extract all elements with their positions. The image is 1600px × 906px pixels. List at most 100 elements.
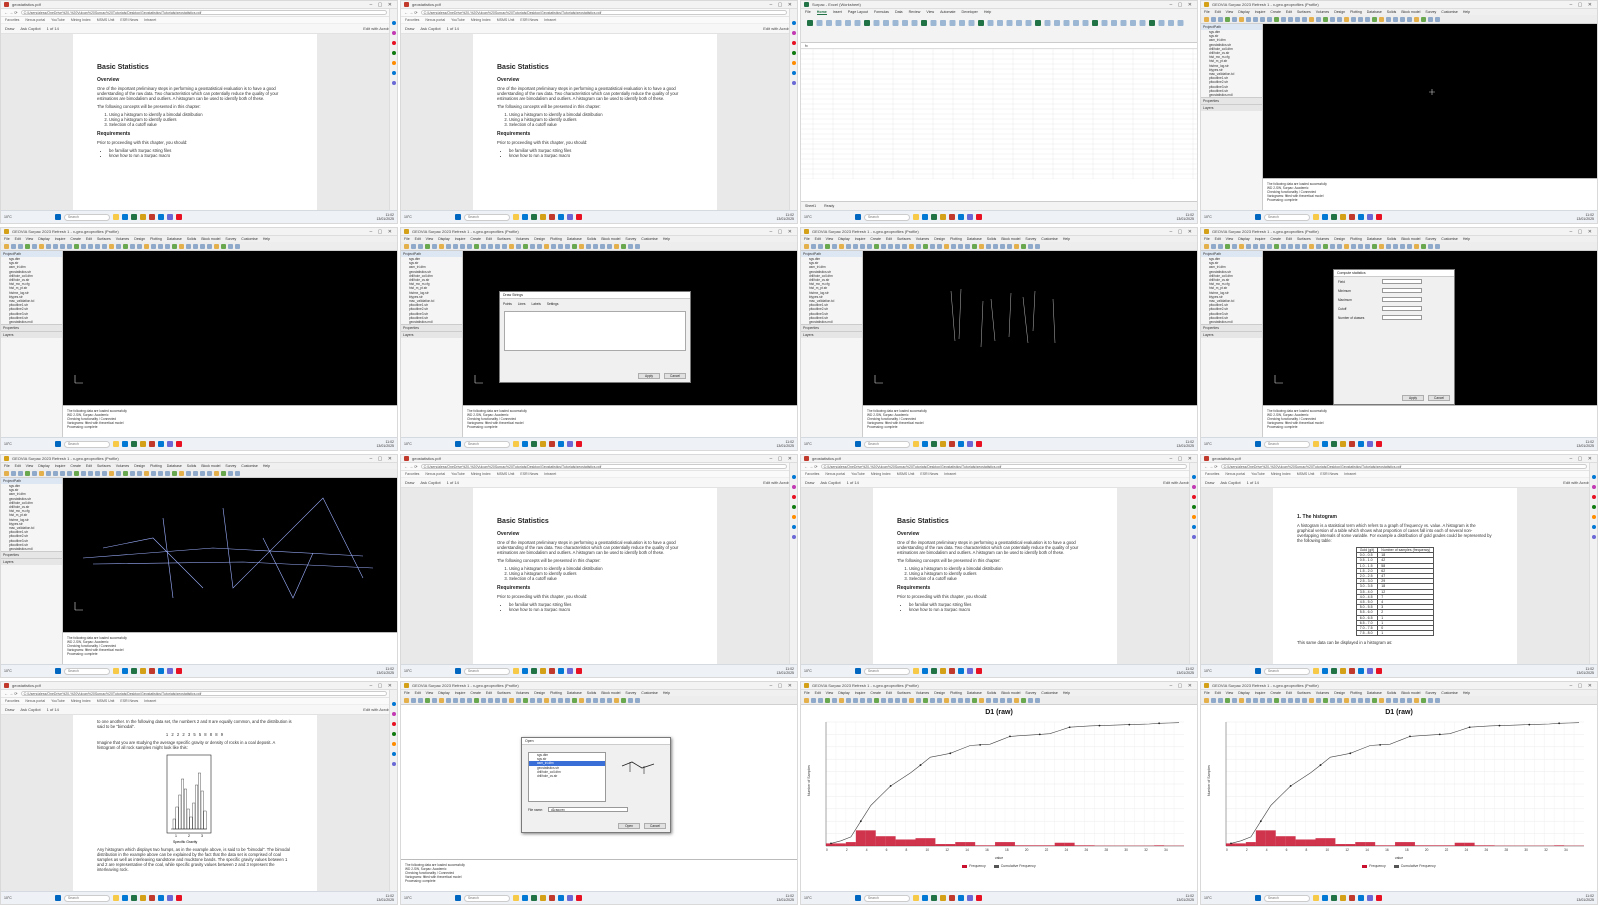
- toolbar-button-icon[interactable]: [621, 244, 626, 249]
- taskbar-app-icon[interactable]: [1375, 668, 1382, 674]
- sidebar-app-icon[interactable]: [1191, 525, 1196, 529]
- sidebar-app-icon[interactable]: [1591, 475, 1596, 479]
- toolbar-button-icon[interactable]: [1218, 244, 1223, 249]
- toolbar-button-icon[interactable]: [600, 244, 605, 249]
- layers-panel-title[interactable]: Layers: [401, 331, 462, 339]
- taskbar-app-icon[interactable]: [575, 668, 582, 674]
- start-menu-icon[interactable]: [54, 441, 61, 447]
- graphics-viewport[interactable]: [863, 251, 1197, 405]
- taskbar-app-icon[interactable]: [539, 441, 546, 447]
- spreadsheet-grid[interactable]: [801, 48, 1197, 201]
- toolbar-button-icon[interactable]: [937, 244, 942, 249]
- taskbar-app-icon[interactable]: [921, 895, 928, 901]
- field-input[interactable]: [1382, 297, 1422, 302]
- toolbar-button-icon[interactable]: [811, 698, 816, 703]
- toolbar-button-icon[interactable]: [1337, 698, 1342, 703]
- toolbar-button-icon[interactable]: [1211, 17, 1216, 22]
- taskbar-clock[interactable]: 11:02 13/01/2025: [1576, 667, 1594, 675]
- toolbar-button-icon[interactable]: [1302, 698, 1307, 703]
- toolbar-button-icon[interactable]: [488, 244, 493, 249]
- toolbar-button-icon[interactable]: [116, 471, 121, 476]
- taskbar-app-icon[interactable]: [1375, 895, 1382, 901]
- taskbar-app-icon[interactable]: [912, 895, 919, 901]
- sidebar-app-icon[interactable]: [791, 525, 796, 529]
- taskbar-app-icon[interactable]: [939, 668, 946, 674]
- toolbar-button-icon[interactable]: [200, 471, 205, 476]
- dialog-tab[interactable]: Points: [503, 302, 512, 306]
- toolbar-button-icon[interactable]: [1274, 244, 1279, 249]
- toolbar-button-icon[interactable]: [895, 244, 900, 249]
- start-menu-icon[interactable]: [54, 895, 61, 901]
- pdf-viewer[interactable]: Basic Statistics Overview One of the imp…: [401, 488, 789, 664]
- start-menu-icon[interactable]: [454, 214, 461, 220]
- favorite-link[interactable]: Favorites: [405, 472, 419, 476]
- toolbar-button-icon[interactable]: [130, 471, 135, 476]
- taskbar-app-icon[interactable]: [512, 441, 519, 447]
- sidebar-app-icon[interactable]: [391, 31, 396, 35]
- toolbar-button-icon[interactable]: [1393, 698, 1398, 703]
- page-indicator[interactable]: 1 of 14: [47, 26, 59, 31]
- toolbar-button-icon[interactable]: [579, 698, 584, 703]
- sidebar-app-icon[interactable]: [791, 41, 796, 45]
- sidebar-app-icon[interactable]: [791, 51, 796, 55]
- toolbar-button-icon[interactable]: [888, 244, 893, 249]
- sidebar-app-icon[interactable]: [791, 485, 796, 489]
- toolbar-button-icon[interactable]: [958, 698, 963, 703]
- toolbar-button-icon[interactable]: [1344, 17, 1349, 22]
- sidebar-app-icon[interactable]: [391, 742, 396, 746]
- sidebar-app-icon[interactable]: [1591, 515, 1596, 519]
- toolbar-button-icon[interactable]: [25, 471, 30, 476]
- weather-widget[interactable]: 10°C: [1204, 215, 1212, 219]
- toolbar-button-icon[interactable]: [965, 698, 970, 703]
- toolbar-button-icon[interactable]: [1225, 244, 1230, 249]
- toolbar-button-icon[interactable]: [509, 698, 514, 703]
- taskbar-app-icon[interactable]: [930, 214, 937, 220]
- taskbar-app-icon[interactable]: [1312, 668, 1319, 674]
- taskbar-app-icon[interactable]: [566, 214, 573, 220]
- weather-widget[interactable]: 10°C: [404, 896, 412, 900]
- weather-widget[interactable]: 10°C: [804, 215, 812, 219]
- toolbar-button-icon[interactable]: [144, 471, 149, 476]
- weather-widget[interactable]: 10°C: [404, 442, 412, 446]
- toolbar-button-icon[interactable]: [523, 698, 528, 703]
- favorite-link[interactable]: Favorites: [405, 18, 419, 22]
- ribbon-tab[interactable]: Developer: [961, 10, 977, 15]
- taskbar-app-icon[interactable]: [939, 214, 946, 220]
- taskbar-app-icon[interactable]: [939, 895, 946, 901]
- taskbar-clock[interactable]: 11:02 13/01/2025: [776, 440, 794, 448]
- toolbar-button-icon[interactable]: [916, 244, 921, 249]
- filename-input[interactable]: d1raw.rev: [548, 807, 628, 812]
- taskbar-app-icon[interactable]: [975, 895, 982, 901]
- favorite-link[interactable]: Nexus portal: [425, 18, 445, 22]
- taskbar-app-icon[interactable]: [148, 214, 155, 220]
- taskbar-app-icon[interactable]: [139, 214, 146, 220]
- taskbar-app-icon[interactable]: [1348, 441, 1355, 447]
- toolbar-button-icon[interactable]: [432, 244, 437, 249]
- toolbar-button-icon[interactable]: [804, 244, 809, 249]
- toolbar-button-icon[interactable]: [1365, 698, 1370, 703]
- toolbar-button-icon[interactable]: [930, 698, 935, 703]
- toolbar-button-icon[interactable]: [874, 698, 879, 703]
- toolbar-button-icon[interactable]: [1246, 17, 1251, 22]
- taskbar-app-icon[interactable]: [566, 895, 573, 901]
- graphics-viewport[interactable]: Compute statistics Field Minimum Maximum Cut…: [1263, 251, 1597, 405]
- taskbar-app-icon[interactable]: [557, 441, 564, 447]
- toolbar-button-icon[interactable]: [116, 244, 121, 249]
- window-controls[interactable]: – ▢ ✕: [1170, 2, 1194, 8]
- graphics-viewport[interactable]: [63, 478, 397, 632]
- window-controls[interactable]: – ▢ ✕: [370, 229, 394, 235]
- weather-widget[interactable]: 10°C: [804, 896, 812, 900]
- weather-widget[interactable]: 10°C: [4, 669, 12, 673]
- toolbar-button-icon[interactable]: [572, 698, 577, 703]
- toolbar-button-icon[interactable]: [1414, 244, 1419, 249]
- toolbar-button-icon[interactable]: [1281, 698, 1286, 703]
- toolbar-button-icon[interactable]: [516, 244, 521, 249]
- weather-widget[interactable]: 10°C: [4, 215, 12, 219]
- toolbar-button-icon[interactable]: [88, 471, 93, 476]
- toolbar-button-icon[interactable]: [1014, 698, 1019, 703]
- taskbar-app-icon[interactable]: [530, 441, 537, 447]
- toolbar-button-icon[interactable]: [102, 244, 107, 249]
- sidebar-app-icon[interactable]: [1591, 495, 1596, 499]
- taskbar-app-icon[interactable]: [112, 895, 119, 901]
- toolbar-button-icon[interactable]: [839, 244, 844, 249]
